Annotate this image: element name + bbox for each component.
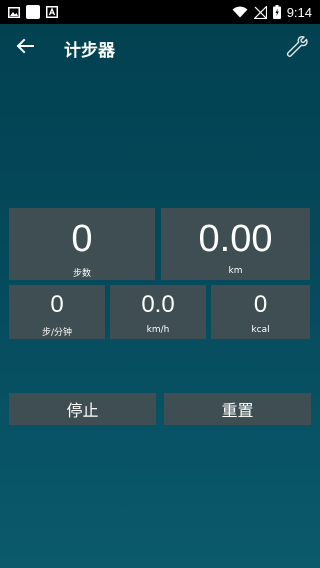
speed-label: km/h (146, 325, 170, 335)
status-bar: 9:14 (0, 0, 320, 24)
app-bar: 计步器 (0, 24, 320, 70)
settings-button[interactable] (284, 34, 310, 60)
app-notification-icon (26, 5, 40, 19)
battery-charging-icon (272, 5, 281, 19)
distance-value: 0.00 (198, 218, 273, 260)
speed-tile: 0.0 km/h (110, 285, 206, 339)
calories-tile: 0 kcal (211, 285, 310, 339)
back-button[interactable] (14, 35, 36, 57)
steps-value: 0 (71, 218, 93, 260)
arrow-left-icon (16, 38, 34, 54)
a-notification-icon (46, 6, 58, 18)
image-notification-icon (8, 6, 20, 18)
wrench-icon (286, 36, 308, 57)
status-system: 9:14 (232, 5, 312, 20)
calories-label: kcal (251, 325, 270, 335)
steps-label: 步数 (72, 269, 91, 279)
speed-value: 0.0 (141, 291, 175, 318)
distance-tile: 0.00 km (161, 208, 310, 280)
stop-button[interactable]: 停止 (9, 393, 156, 425)
calories-value: 0 (253, 291, 268, 318)
cadence-tile: 0 步/分钟 (9, 285, 105, 339)
signal-off-icon (253, 5, 267, 19)
cadence-value: 0 (50, 291, 64, 318)
page-title: 计步器 (64, 41, 115, 61)
wifi-icon (232, 6, 248, 18)
cadence-label: 步/分钟 (41, 328, 73, 338)
status-time: 9:14 (286, 4, 312, 20)
steps-tile: 0 步数 (9, 208, 155, 280)
reset-button[interactable]: 重置 (164, 393, 311, 425)
distance-label: km (228, 266, 243, 276)
status-notifications (8, 5, 58, 19)
